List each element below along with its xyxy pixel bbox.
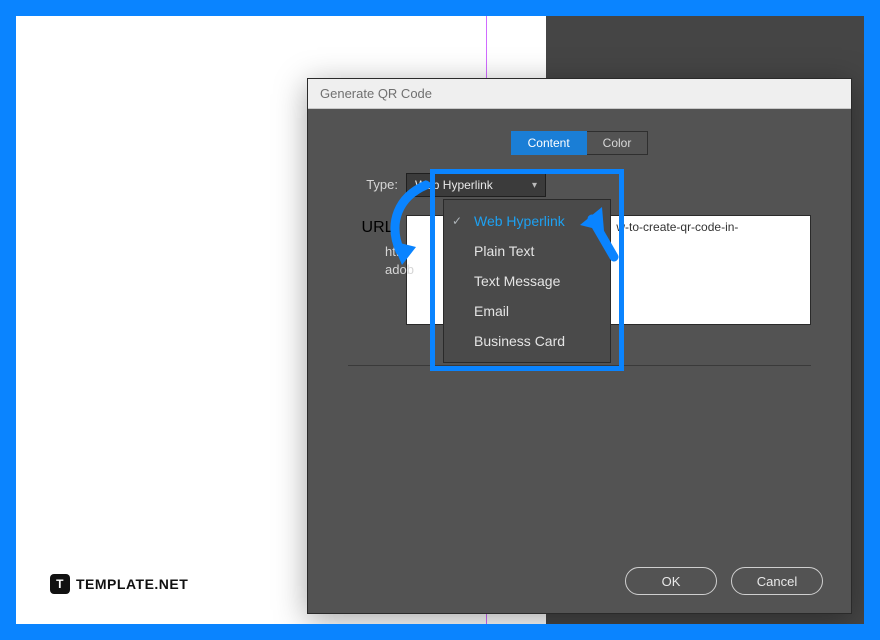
watermark-label: TEMPLATE.NET: [76, 576, 188, 592]
tab-color[interactable]: Color: [587, 131, 649, 155]
dropdown-item-business-card[interactable]: Business Card: [444, 326, 610, 356]
cancel-button[interactable]: Cancel: [731, 567, 823, 595]
check-icon: ✓: [452, 214, 462, 228]
ok-button[interactable]: OK: [625, 567, 717, 595]
dropdown-item-label: Plain Text: [474, 243, 534, 259]
watermark-icon: T: [50, 574, 70, 594]
dropdown-item-email[interactable]: Email: [444, 296, 610, 326]
watermark: T TEMPLATE.NET: [50, 574, 188, 594]
dropdown-item-label: Business Card: [474, 333, 565, 349]
generate-qr-dialog: Generate QR Code Content Color Type: Web…: [307, 78, 852, 614]
dropdown-item-label: Text Message: [474, 273, 560, 289]
type-dropdown-list: ✓ Web Hyperlink Plain Text Text Message …: [443, 199, 611, 363]
dropdown-item-plain-text[interactable]: Plain Text: [444, 236, 610, 266]
dropdown-item-text-message[interactable]: Text Message: [444, 266, 610, 296]
dialog-title: Generate QR Code: [320, 86, 432, 101]
canvas-frame: Generate QR Code Content Color Type: Web…: [16, 16, 864, 624]
dropdown-item-label: Email: [474, 303, 509, 319]
type-field-row: Type: Web Hyperlink ▾: [348, 173, 811, 197]
type-select[interactable]: Web Hyperlink ▾: [406, 173, 546, 197]
dialog-tabs: Content Color: [308, 131, 851, 155]
tab-content[interactable]: Content: [511, 131, 587, 155]
dialog-buttons: OK Cancel: [625, 567, 823, 595]
url-fragment-left: http adob: [385, 243, 414, 278]
type-select-value: Web Hyperlink: [415, 178, 493, 192]
dropdown-item-label: Web Hyperlink: [474, 213, 565, 229]
divider: [348, 365, 811, 366]
type-label: Type:: [348, 173, 398, 192]
dropdown-item-web-hyperlink[interactable]: ✓ Web Hyperlink: [444, 206, 610, 236]
chevron-down-icon: ▾: [532, 180, 537, 191]
dialog-titlebar: Generate QR Code: [308, 79, 851, 109]
url-label: URL:: [348, 215, 398, 237]
content-panel: Type: Web Hyperlink ▾ http adob URL: ✓ W…: [348, 173, 811, 366]
